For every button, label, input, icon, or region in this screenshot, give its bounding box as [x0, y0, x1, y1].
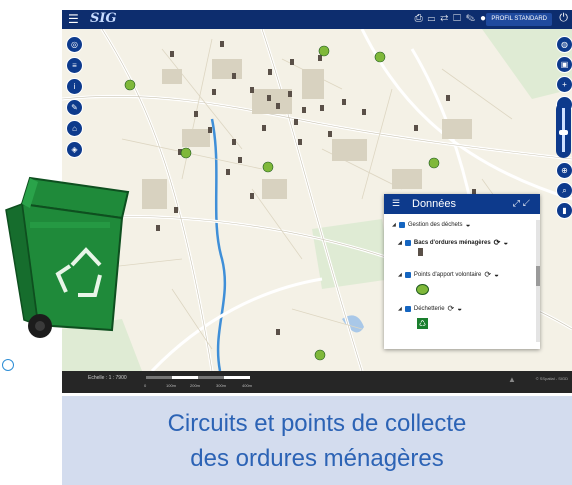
scale-tick-0: 0	[144, 383, 147, 388]
opacity-icon[interactable]: ◒	[503, 238, 508, 247]
scale-label: Echelle : 1 : 7900	[88, 375, 127, 381]
right-map-controls-bottom: ⊕ ⌕ ▮	[556, 162, 572, 219]
opacity-icon[interactable]: ◒	[466, 220, 471, 229]
search-icon[interactable]: ⌕	[556, 182, 572, 199]
layer-checkbox[interactable]	[398, 221, 405, 228]
opacity-icon[interactable]: ◒	[457, 304, 462, 313]
layer-checkbox[interactable]	[404, 271, 411, 278]
wrench-icon[interactable]: ✎	[66, 99, 83, 116]
layer-waste-center[interactable]: ◢ Déchetterie ⟳ ◒	[398, 304, 462, 313]
keyboard-icon[interactable]: ▭	[428, 13, 441, 24]
profile-button[interactable]: PROFIL STANDARD	[486, 13, 552, 26]
waste-center-legend-icon: ♺	[417, 318, 428, 329]
sig-logo: SIG	[90, 11, 117, 26]
decorative-circle	[2, 359, 14, 371]
caption-line-2: des ordures ménagères	[190, 445, 444, 472]
refresh-icon[interactable]: ⟳	[448, 304, 455, 313]
hamburger-icon[interactable]: ☰	[68, 13, 79, 25]
expand-triangle-icon[interactable]: ◢	[398, 306, 402, 312]
mountain-icon: ▲	[508, 375, 516, 384]
refresh-icon[interactable]: ⟳	[484, 270, 491, 279]
locate-icon[interactable]: ◎	[66, 36, 83, 53]
layer-label: Gestion des déchets	[407, 221, 463, 228]
print-icon[interactable]: ⎙	[415, 13, 428, 24]
layer-checkbox[interactable]	[404, 305, 411, 312]
attribution: © SSpatial - SIGD	[535, 376, 568, 381]
collapse-icon[interactable]: ↙	[523, 198, 533, 208]
status-bar: Echelle : 1 : 7900 0 100m 200m 300m 400m…	[62, 371, 572, 393]
clipboard-icon[interactable]: ☐	[453, 13, 466, 24]
refresh-icon[interactable]: ⟳	[494, 238, 501, 247]
left-map-controls: ◎ ≡ i ✎ ⌂ ◈	[66, 36, 83, 158]
info-icon[interactable]: i	[66, 78, 83, 95]
panel-title: Données	[412, 198, 457, 210]
zoom-handle[interactable]	[559, 130, 568, 135]
opacity-icon[interactable]: ◒	[494, 270, 499, 279]
home-icon[interactable]: ⌂	[66, 120, 83, 137]
scale-tick-4: 400m	[242, 383, 253, 388]
top-toolbar: ☰ SIG ⎙▭⇄☐✎●⇥ PROFIL STANDARD ⏻	[62, 10, 572, 29]
translate-icon[interactable]: ⇄	[440, 13, 453, 24]
layer-label: Points d'apport volontaire	[413, 271, 482, 278]
data-layers-panel: ☰ Données ⤢↙ ◢ Gestion des déchets ◒ ◢ B…	[384, 194, 540, 349]
caption-banner: Circuits et points de collecte des ordur…	[62, 396, 572, 485]
zoom-area-icon[interactable]: ⊕	[556, 162, 572, 179]
pencil-icon[interactable]: ✎	[466, 13, 480, 24]
panel-actions: ⤢↙	[513, 198, 533, 209]
layer-label: Bacs d'ordures ménagères	[413, 239, 491, 246]
power-icon[interactable]: ⏻	[559, 12, 568, 25]
list-icon: ☰	[392, 198, 401, 208]
expand-icon[interactable]: ⤢	[513, 198, 523, 208]
layer-bins[interactable]: ◢ Bacs d'ordures ménagères ⟳ ◒	[398, 238, 508, 247]
scale-bar	[146, 376, 250, 379]
panel-scrollbar[interactable]	[536, 220, 540, 342]
layer-group-waste[interactable]: ◢ Gestion des déchets ◒	[392, 220, 470, 229]
caption-line-1: Circuits et points de collecte	[167, 410, 467, 437]
layers-icon[interactable]: ◈	[66, 141, 83, 158]
zoom-in-icon[interactable]: +	[556, 76, 572, 93]
panel-header: ☰ Données ⤢↙	[384, 194, 540, 214]
zoom-slider[interactable]	[556, 102, 571, 158]
globe-icon[interactable]: ◍	[556, 36, 572, 53]
expand-triangle-icon[interactable]: ◢	[398, 272, 402, 278]
layer-voluntary-points[interactable]: ◢ Points d'apport volontaire ⟳ ◒	[398, 270, 499, 279]
scale-tick-1: 100m	[166, 383, 177, 388]
bookmark-icon[interactable]: ▮	[556, 202, 572, 219]
recycling-legend-icon	[416, 284, 429, 295]
bin-legend-icon	[418, 248, 423, 256]
layer-label: Déchetterie	[413, 305, 445, 312]
green-wheelie-bin-image	[5, 176, 130, 338]
layer-checkbox[interactable]	[404, 239, 411, 246]
scrollbar-thumb[interactable]	[536, 266, 540, 286]
scale-tick-3: 300m	[216, 383, 227, 388]
panel-body: ◢ Gestion des déchets ◒ ◢ Bacs d'ordures…	[384, 214, 540, 349]
expand-triangle-icon[interactable]: ◢	[398, 240, 402, 246]
expand-triangle-icon[interactable]: ◢	[392, 222, 396, 228]
list-icon[interactable]: ≡	[66, 57, 83, 74]
scale-tick-2: 200m	[190, 383, 201, 388]
image-icon[interactable]: ▣	[556, 56, 572, 73]
